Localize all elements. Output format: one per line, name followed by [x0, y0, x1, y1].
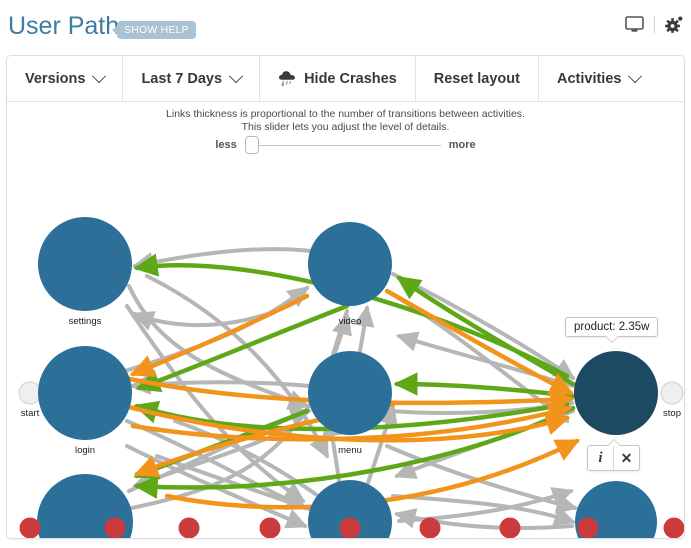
crash-dot[interactable] [419, 517, 441, 539]
chevron-down-icon [92, 68, 107, 83]
chevron-down-icon [628, 68, 643, 83]
toolbar-item-hide-crashes[interactable]: Hide Crashes [260, 56, 416, 101]
show-help-badge[interactable]: SHOW HELP [112, 21, 196, 39]
toolbar-item-date-range[interactable]: Last 7 Days [123, 56, 261, 101]
graph-node-video[interactable] [308, 222, 392, 306]
graph-node-menu[interactable] [308, 351, 392, 435]
crash-dot[interactable] [178, 517, 200, 539]
gear-icon[interactable] [665, 16, 683, 33]
crash-dot[interactable] [339, 517, 361, 539]
slider-handle[interactable] [244, 136, 259, 154]
toolbar-label-date-range: Last 7 Days [141, 70, 223, 87]
monitor-icon[interactable] [625, 16, 644, 33]
crash-dots [19, 517, 685, 539]
chevron-down-icon [228, 68, 244, 83]
toolbar-item-activities[interactable]: Activities [539, 56, 658, 101]
info-button[interactable]: i [588, 446, 614, 470]
endpoint-label-start: start [20, 408, 40, 419]
graph-node-login[interactable] [38, 346, 132, 440]
crash-dot[interactable] [259, 517, 281, 539]
detail-level-slider: less more [7, 136, 684, 154]
crash-dot[interactable] [499, 517, 521, 539]
crash-dot[interactable] [663, 517, 685, 539]
toolbar-label-versions: Versions [25, 70, 86, 87]
user-path-screen: User Path SHOW HELP Versions Last 7 Days… [0, 0, 691, 548]
node-tooltip: product: 2.35w [565, 317, 659, 337]
toolbar-label-hide-crashes: Hide Crashes [304, 70, 397, 87]
endpoint-start-circle[interactable] [18, 381, 42, 405]
slider-help-text: Links thickness is proportional to the n… [7, 108, 684, 134]
page-title: User Path [8, 12, 120, 40]
toolbar-label-reset-layout: Reset layout [433, 70, 520, 87]
toolbar-label-activities: Activities [556, 70, 622, 87]
crash-cloud-icon [278, 70, 297, 87]
endpoint-stop-circle[interactable] [660, 381, 684, 405]
graph-canvas [18, 217, 685, 539]
graph-node-product[interactable] [574, 351, 658, 435]
slider-help-line-2: This slider lets you adjust the level of… [241, 121, 450, 133]
page-header: User Path SHOW HELP [0, 0, 691, 55]
crash-dot[interactable] [577, 517, 599, 539]
slider-help-line-1: Links thickness is proportional to the n… [166, 108, 525, 120]
toolbar-item-versions[interactable]: Versions [7, 56, 124, 101]
user-path-graph: settings login article video menu catego… [7, 156, 685, 539]
slider-track[interactable] [244, 136, 441, 154]
filter-toolbar: Versions Last 7 Days Hide Crashes Reset … [7, 56, 684, 102]
node-action-popup: i ✕ [587, 445, 640, 471]
user-path-panel: Versions Last 7 Days Hide Crashes Reset … [6, 55, 685, 539]
graph-node-settings[interactable] [38, 217, 132, 311]
crash-dot[interactable] [19, 517, 41, 539]
endpoint-label-stop: stop [663, 408, 681, 419]
close-button[interactable]: ✕ [614, 446, 639, 470]
crash-dot[interactable] [104, 517, 126, 539]
toolbar-item-reset-layout[interactable]: Reset layout [416, 56, 539, 101]
slider-min-label: less [215, 139, 237, 151]
header-icon-group [625, 16, 683, 33]
slider-max-label: more [448, 139, 476, 151]
header-divider [654, 16, 655, 33]
